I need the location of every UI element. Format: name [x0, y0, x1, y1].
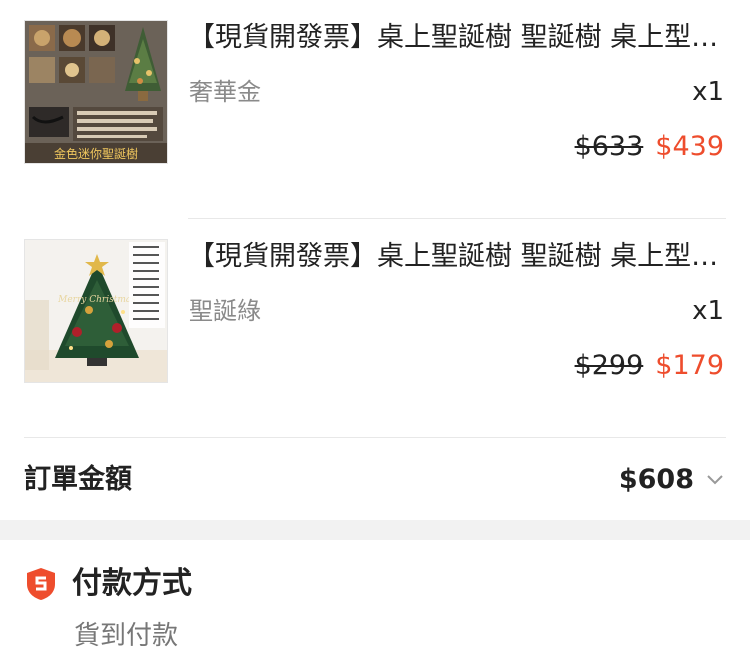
section-divider: [0, 520, 750, 540]
product-thumbnail[interactable]: Merry Christmas: [24, 239, 168, 383]
order-items: 金色迷你聖誕樹 【現貨開發票】桌上聖誕樹 聖誕樹 桌上型聖誕樹 奢華金 x1 $…: [0, 0, 750, 438]
order-item[interactable]: Merry Christmas 【現貨開發票】桌上聖誕樹 聖誕樹 桌上型聖誕樹 …: [0, 219, 750, 438]
price-group: $299 $179: [575, 347, 724, 385]
shield-icon: [27, 568, 55, 600]
product-image-caption: Merry Christmas: [57, 295, 136, 305]
price-group: $633 $439: [575, 128, 724, 166]
product-title[interactable]: 【現貨開發票】桌上聖誕樹 聖誕樹 桌上型聖誕樹: [188, 237, 720, 277]
payment-title: 付款方式: [72, 566, 192, 601]
sale-price: $179: [655, 350, 724, 381]
product-image-gold-tree: 金色迷你聖誕樹: [25, 21, 167, 163]
original-price: $633: [574, 131, 644, 162]
order-total-value: $608: [618, 464, 694, 495]
product-variant: 聖誕綠: [189, 297, 261, 325]
payment-method: 貨到付款: [74, 621, 179, 651]
order-total-label: 訂單金額: [24, 464, 132, 495]
product-quantity: x1: [692, 77, 724, 107]
product-variant: 奢華金: [189, 78, 261, 106]
sale-price: $439: [655, 131, 724, 162]
chevron-down-icon[interactable]: [706, 474, 724, 486]
order-total-row[interactable]: 訂單金額 $608: [0, 438, 750, 520]
original-price: $299: [574, 350, 644, 381]
product-image-caption: 金色迷你聖誕樹: [54, 146, 138, 161]
product-thumbnail[interactable]: 金色迷你聖誕樹: [24, 20, 168, 164]
product-title[interactable]: 【現貨開發票】桌上聖誕樹 聖誕樹 桌上型聖誕樹: [188, 18, 720, 58]
product-image-green-tree: Merry Christmas: [25, 240, 167, 382]
order-item[interactable]: 金色迷你聖誕樹 【現貨開發票】桌上聖誕樹 聖誕樹 桌上型聖誕樹 奢華金 x1 $…: [0, 0, 750, 219]
product-quantity: x1: [692, 296, 724, 326]
payment-section[interactable]: 付款方式 貨到付款: [0, 540, 750, 669]
